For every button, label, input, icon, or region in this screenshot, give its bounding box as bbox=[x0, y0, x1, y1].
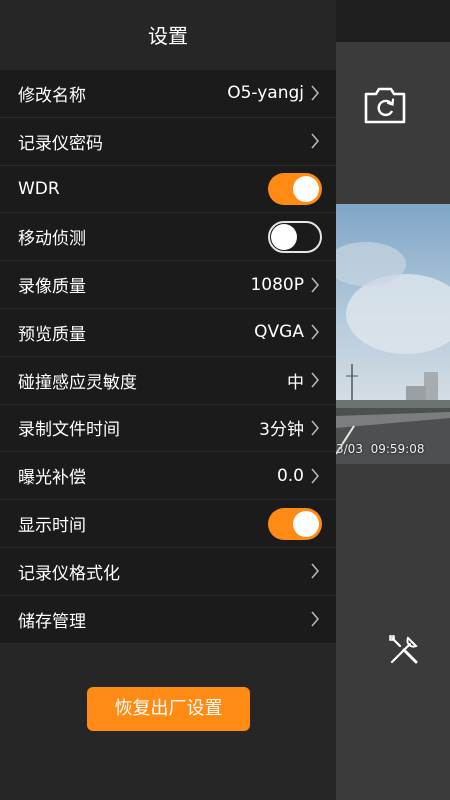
row-exposure-compensation[interactable]: 曝光补偿 0.0 bbox=[0, 452, 336, 501]
row-rename[interactable]: 修改名称 O5-yangj bbox=[0, 70, 336, 118]
row-label: 录制文件时间 bbox=[18, 420, 120, 441]
row-video-quality[interactable]: 录像质量 1080P bbox=[0, 261, 336, 309]
chevron-right-icon bbox=[311, 85, 319, 101]
preview-timestamp: 3/03 09:59:08 bbox=[336, 442, 425, 456]
settings-panel: 设置 修改名称 O5-yangj 记录仪密码 WDR 移动侦测 录像质量 108… bbox=[0, 0, 336, 800]
row-label: 曝光补偿 bbox=[18, 468, 86, 489]
row-format-recorder[interactable]: 记录仪格式化 bbox=[0, 547, 336, 596]
panel-title: 设置 bbox=[148, 24, 188, 48]
row-label: WDR bbox=[18, 178, 60, 199]
row-recorder-password[interactable]: 记录仪密码 bbox=[0, 117, 336, 166]
display-time-toggle[interactable] bbox=[268, 507, 322, 540]
chevron-right-icon bbox=[311, 611, 319, 627]
row-wdr: WDR bbox=[0, 165, 336, 214]
row-value: 1080P bbox=[250, 274, 304, 295]
chevron-right-icon bbox=[311, 133, 319, 149]
row-value: QVGA bbox=[254, 322, 304, 343]
factory-reset-button[interactable]: 恢复出厂设置 bbox=[87, 687, 250, 731]
tools-icon[interactable] bbox=[386, 632, 422, 668]
chevron-right-icon bbox=[311, 468, 319, 484]
row-preview-quality[interactable]: 预览质量 QVGA bbox=[0, 308, 336, 357]
row-label: 修改名称 bbox=[18, 85, 86, 106]
settings-list: 修改名称 O5-yangj 记录仪密码 WDR 移动侦测 录像质量 1080P … bbox=[0, 70, 336, 644]
chevron-right-icon bbox=[311, 372, 319, 388]
camera-switch-icon[interactable] bbox=[362, 84, 408, 126]
row-label: 预览质量 bbox=[18, 324, 86, 345]
row-value: 0.0 bbox=[276, 465, 304, 486]
motion-detection-toggle[interactable] bbox=[268, 220, 322, 253]
chevron-right-icon bbox=[311, 420, 319, 436]
row-label: 记录仪密码 bbox=[18, 133, 103, 154]
chevron-right-icon bbox=[311, 277, 319, 293]
row-label: 碰撞感应灵敏度 bbox=[18, 372, 137, 393]
row-label: 录像质量 bbox=[18, 277, 86, 298]
row-collision-sensitivity[interactable]: 碰撞感应灵敏度 中 bbox=[0, 356, 336, 405]
row-recording-file-duration[interactable]: 录制文件时间 3分钟 bbox=[0, 404, 336, 453]
toggle-knob bbox=[293, 510, 319, 537]
row-label: 显示时间 bbox=[18, 516, 86, 537]
row-label: 储存管理 bbox=[18, 611, 86, 632]
chevron-right-icon bbox=[311, 563, 319, 579]
row-value: 3分钟 bbox=[259, 420, 304, 441]
row-value: 中 bbox=[287, 372, 304, 393]
row-label: 记录仪格式化 bbox=[18, 563, 120, 584]
wdr-toggle[interactable] bbox=[268, 172, 322, 205]
chevron-right-icon bbox=[311, 324, 319, 340]
row-storage-management[interactable]: 储存管理 bbox=[0, 595, 336, 644]
row-motion-detection: 移动侦测 bbox=[0, 213, 336, 262]
row-display-time: 显示时间 bbox=[0, 500, 336, 548]
row-label: 移动侦测 bbox=[18, 229, 86, 250]
toggle-knob bbox=[293, 175, 319, 202]
toggle-knob bbox=[271, 223, 297, 250]
row-value: O5-yangj bbox=[227, 83, 304, 104]
live-preview[interactable]: 3/03 09:59:08 bbox=[336, 204, 450, 464]
